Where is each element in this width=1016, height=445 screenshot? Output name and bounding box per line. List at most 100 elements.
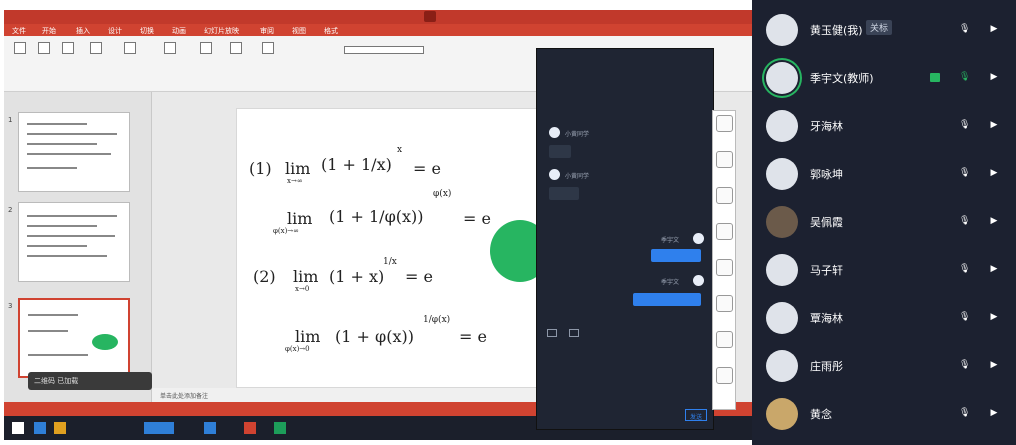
participant-row[interactable]: 黄念 🎙 ▶ [752,392,1016,436]
participant-row[interactable]: 郭咏坤 🎙 ▶ [752,152,1016,196]
chat-input[interactable]: 发送 [537,401,715,431]
menu-item-view[interactable]: 视图 [292,26,306,36]
slide-thumbnail[interactable] [18,202,130,282]
tool-button[interactable] [716,259,733,276]
formula-3-sub: x→0 [295,285,310,293]
microphone-icon[interactable]: 🎙 [959,71,970,83]
menu-item-transition[interactable]: 切换 [140,26,154,36]
chat-bubble [651,249,701,262]
taskbar-app-icon[interactable] [204,422,216,434]
avatar [766,14,798,46]
microphone-icon[interactable]: 🎙 [959,263,970,275]
text-line [27,245,87,247]
avatar [766,254,798,286]
camera-icon[interactable]: ▶ [989,359,999,371]
taskbar-app-icon[interactable] [274,422,286,434]
microphone-icon[interactable]: 🎙 [959,167,970,179]
camera-icon[interactable]: ▶ [989,311,999,323]
chat-subtabs[interactable] [537,77,715,91]
camera-icon[interactable]: ▶ [989,263,999,275]
formula-4-eq: = e [459,327,487,346]
participant-row[interactable]: 吴佩霞 🎙 ▶ [752,200,1016,244]
qr-pill[interactable]: 二维码 已加载 [28,372,152,390]
taskbar-app-icon[interactable] [244,422,256,434]
ribbon-icon[interactable] [262,42,274,54]
tool-button[interactable] [716,331,733,348]
microphone-icon[interactable]: 🎙 [959,407,970,419]
microphone-icon[interactable]: 🎙 [959,119,970,131]
camera-icon[interactable]: ▶ [989,215,999,227]
menu-item-format[interactable]: 格式 [324,26,338,36]
menu-item-design[interactable]: 设计 [108,26,122,36]
ribbon-icon[interactable] [124,42,136,54]
participant-row[interactable]: 覃海林 🎙 ▶ [752,296,1016,340]
tool-button[interactable] [716,187,733,204]
participant-row[interactable]: 庄雨彤 🎙 ▶ [752,344,1016,388]
folder-icon[interactable] [569,329,579,337]
ribbon-icon[interactable] [62,42,74,54]
formula-3-exp: 1/x [383,257,397,267]
menu-item-insert[interactable]: 插入 [76,26,90,36]
tool-button[interactable] [716,367,733,384]
avatar [766,302,798,334]
image-icon[interactable] [547,329,557,337]
participant-name: 牙海林 [810,120,843,133]
tool-button[interactable] [716,151,733,168]
ribbon-icon[interactable] [90,42,102,54]
chat-avatar [693,233,704,244]
participant-name: 季宇文(教师) [810,72,874,85]
tool-button[interactable] [716,295,733,312]
participant-name: 郭咏坤 [810,168,843,181]
ribbon-icon[interactable] [230,42,242,54]
formula-1-eq: = e [413,159,441,178]
formula-4-exp: 1/φ(x) [423,315,451,325]
slide-number: 1 [8,116,13,124]
participant-row[interactable]: 季宇文(教师) 🎙 ▶ [752,56,1016,100]
taskbar-app-icon[interactable] [34,422,46,434]
tool-button[interactable] [716,115,733,132]
microphone-icon[interactable]: 🎙 [959,215,970,227]
formula-2-eq: = e [463,209,491,228]
start-icon[interactable] [12,422,24,434]
microphone-icon[interactable]: 🎙 [959,359,970,371]
camera-icon[interactable]: ▶ [989,407,999,419]
taskbar-app-icon[interactable] [54,422,66,434]
participant-row[interactable]: 黄玉健(我) 关标 🎙 ▶ [752,8,1016,52]
ribbon-icon[interactable] [344,46,424,54]
tool-button[interactable] [716,223,733,240]
notes-pane[interactable]: 单击此处添加备注 [152,388,537,402]
participant-name: 黄念 [810,408,832,421]
menu-item-file[interactable]: 文件 [12,26,26,36]
ribbon-icon[interactable] [14,42,26,54]
chat-tabs[interactable] [537,63,715,77]
ribbon-icon[interactable] [38,42,50,54]
camera-icon[interactable]: ▶ [989,23,999,35]
ribbon-icon[interactable] [164,42,176,54]
slide-thumbnail-active[interactable] [18,298,130,378]
menu-item-animation[interactable]: 动画 [172,26,186,36]
participant-tag[interactable]: 关标 [866,20,893,35]
avatar [766,158,798,190]
formula-3-lim: lim [293,267,319,286]
microphone-icon[interactable]: 🎙 [959,23,970,35]
chat-avatar [549,127,560,138]
participant-name: 庄雨彤 [810,360,843,373]
camera-icon[interactable]: ▶ [989,119,999,131]
menu-item-slideshow[interactable]: 幻灯片放映 [204,26,239,36]
text-line [27,123,87,125]
recording-indicator[interactable] [424,11,436,22]
taskbar-app-icon[interactable] [144,422,174,434]
microphone-icon[interactable]: 🎙 [959,311,970,323]
camera-icon[interactable]: ▶ [989,71,999,83]
text-line [27,153,111,155]
menu-item-review[interactable]: 审阅 [260,26,274,36]
formula-2-body: (1 + 1/φ(x)) [329,207,424,226]
green-shape-thumb [92,334,118,350]
participant-row[interactable]: 马子轩 🎙 ▶ [752,248,1016,292]
ribbon-icon[interactable] [200,42,212,54]
participant-row[interactable]: 牙海林 🎙 ▶ [752,104,1016,148]
slide-thumbnail[interactable] [18,112,130,192]
menu-item-home[interactable]: 开始 [42,26,56,36]
camera-icon[interactable]: ▶ [989,167,999,179]
send-button[interactable]: 发送 [685,409,707,421]
